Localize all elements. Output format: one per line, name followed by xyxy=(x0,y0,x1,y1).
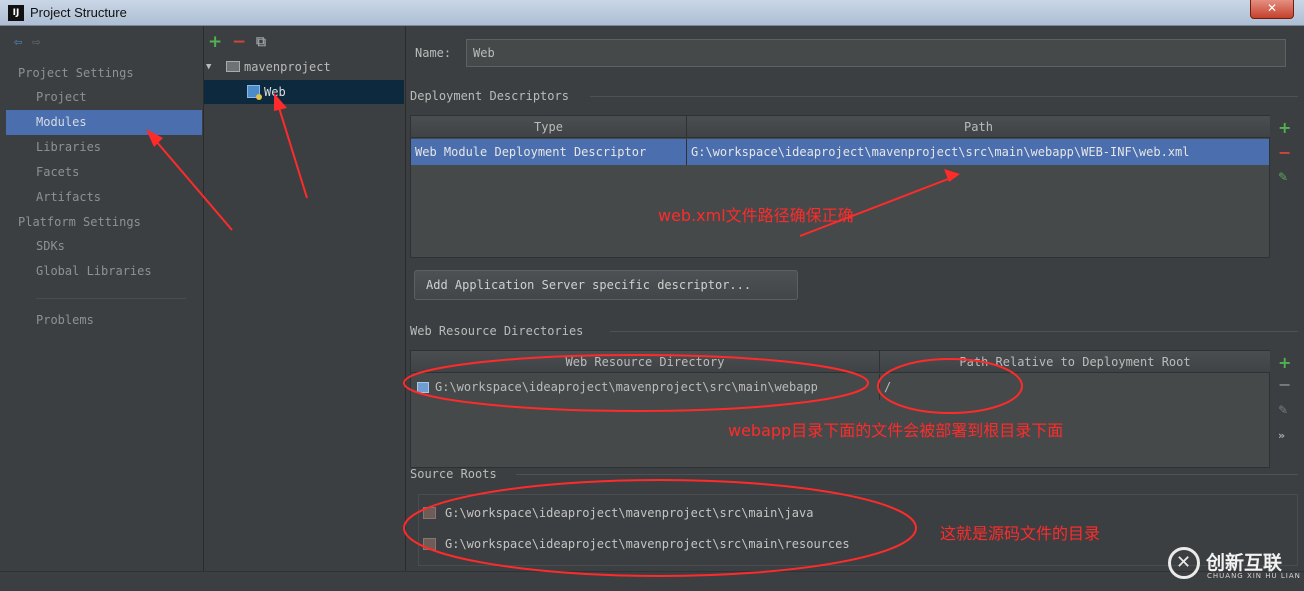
sidebar-item-artifacts[interactable]: Artifacts xyxy=(6,185,202,210)
watermark-logo-icon xyxy=(1168,547,1200,579)
forward-arrow-icon[interactable]: ⇨ xyxy=(32,34,50,50)
relative-path-cell: / xyxy=(884,380,892,394)
descriptor-toolbar: + − ✎ xyxy=(1272,118,1298,198)
module-tree-panel: + − ⧉ ▼ mavenproject Web xyxy=(204,26,406,571)
source-folder-icon xyxy=(423,507,436,519)
section-divider xyxy=(516,474,1298,475)
edit-web-resource-icon[interactable]: ✎ xyxy=(1278,403,1288,417)
sidebar-item-project[interactable]: Project xyxy=(6,85,202,110)
section-divider xyxy=(610,331,1298,332)
module-folder-icon xyxy=(226,61,240,72)
source-root-resources[interactable]: G:\workspace\ideaproject\mavenproject\sr… xyxy=(419,534,850,554)
table-row[interactable]: Web Module Deployment Descriptor G:\work… xyxy=(411,139,1269,165)
web-resource-directories-title: Web Resource Directories xyxy=(410,324,584,338)
sidebar-item-sdks[interactable]: SDKs xyxy=(6,234,202,259)
window-title: Project Structure xyxy=(30,5,127,20)
add-server-descriptor-button[interactable]: Add Application Server specific descript… xyxy=(414,270,798,300)
tree-node-web[interactable]: Web xyxy=(204,80,404,104)
remove-web-resource-icon[interactable]: − xyxy=(1278,375,1291,394)
descriptor-path-cell: G:\workspace\ideaproject\mavenproject\sr… xyxy=(691,145,1190,159)
tree-node-label: Web xyxy=(264,85,286,99)
dialog-footer xyxy=(0,571,1304,591)
source-root-label: G:\workspace\ideaproject\mavenproject\sr… xyxy=(445,506,814,520)
name-label: Name: xyxy=(415,46,452,60)
webapp-annotation: webapp目录下面的文件会被部署到根目录下面 xyxy=(728,421,1064,440)
column-header-web-resource-directory[interactable]: Web Resource Directory xyxy=(411,351,880,373)
deployment-descriptors-table: Type Path Web Module Deployment Descript… xyxy=(410,115,1270,258)
web-resource-directory-cell: G:\workspace\ideaproject\mavenproject\sr… xyxy=(431,374,880,400)
sidebar-item-facets[interactable]: Facets xyxy=(6,160,202,185)
title-bar: IJ Project Structure ✕ xyxy=(0,0,1304,26)
close-button[interactable]: ✕ xyxy=(1250,0,1294,19)
intellij-logo-icon: IJ xyxy=(8,5,24,21)
web-directory-icon xyxy=(417,382,429,393)
source-root-label: G:\workspace\ideaproject\mavenproject\sr… xyxy=(445,537,850,551)
source-folder-icon xyxy=(423,538,436,550)
name-field[interactable]: Web xyxy=(466,39,1286,67)
web-xml-annotation: web.xml文件路径确保正确 xyxy=(658,206,854,225)
deployment-descriptors-title: Deployment Descriptors xyxy=(410,89,569,103)
table-row[interactable]: G:\workspace\ideaproject\mavenproject\sr… xyxy=(411,374,1269,400)
watermark-subtext: CHUANG XIN HU LIAN xyxy=(1207,572,1301,580)
sidebar-divider xyxy=(36,298,186,299)
sidebar-item-libraries[interactable]: Libraries xyxy=(6,135,202,160)
web-facet-icon xyxy=(247,85,262,100)
history-nav: ⇦ ⇨ xyxy=(14,34,50,50)
remove-icon[interactable]: − xyxy=(232,32,246,52)
sidebar-item-modules[interactable]: Modules xyxy=(6,110,202,135)
edit-descriptor-icon[interactable]: ✎ xyxy=(1278,170,1288,184)
project-settings-header: Project Settings xyxy=(18,66,134,80)
copy-icon[interactable]: ⧉ xyxy=(256,34,266,50)
settings-sidebar: ⇦ ⇨ Project Settings Project Modules Libr… xyxy=(6,26,204,571)
tree-node-label: mavenproject xyxy=(244,60,331,74)
remove-descriptor-icon[interactable]: − xyxy=(1278,143,1291,162)
column-header-type[interactable]: Type xyxy=(411,116,687,138)
sidebar-item-problems[interactable]: Problems xyxy=(6,308,202,333)
more-actions-icon[interactable]: » xyxy=(1278,429,1285,442)
back-arrow-icon[interactable]: ⇦ xyxy=(14,34,32,50)
watermark: 创新互联 CHUANG XIN HU LIAN xyxy=(1166,546,1301,582)
sidebar-item-global-libraries[interactable]: Global Libraries xyxy=(6,259,202,284)
expand-arrow-icon[interactable]: ▼ xyxy=(206,56,211,78)
column-header-relative-path[interactable]: Path Relative to Deployment Root xyxy=(880,351,1270,373)
source-roots-title: Source Roots xyxy=(410,467,497,481)
descriptor-type-cell: Web Module Deployment Descriptor xyxy=(411,139,687,165)
add-descriptor-icon[interactable]: + xyxy=(1278,118,1291,137)
platform-settings-header: Platform Settings xyxy=(18,215,141,229)
watermark-text: 创新互联 xyxy=(1206,552,1283,574)
source-root-java[interactable]: G:\workspace\ideaproject\mavenproject\sr… xyxy=(419,503,813,523)
web-resource-directories-table: Web Resource Directory Path Relative to … xyxy=(410,350,1270,468)
web-resource-toolbar: + − ✎ » xyxy=(1272,353,1298,443)
section-divider xyxy=(590,96,1298,97)
source-annotation: 这就是源码文件的目录 xyxy=(940,524,1101,543)
add-icon[interactable]: + xyxy=(208,32,222,52)
column-header-path[interactable]: Path xyxy=(687,116,1270,138)
add-web-resource-icon[interactable]: + xyxy=(1278,353,1291,372)
tree-node-mavenproject[interactable]: ▼ mavenproject xyxy=(204,56,404,78)
facet-editor: Name: Web Deployment Descriptors Type Pa… xyxy=(406,26,1304,571)
